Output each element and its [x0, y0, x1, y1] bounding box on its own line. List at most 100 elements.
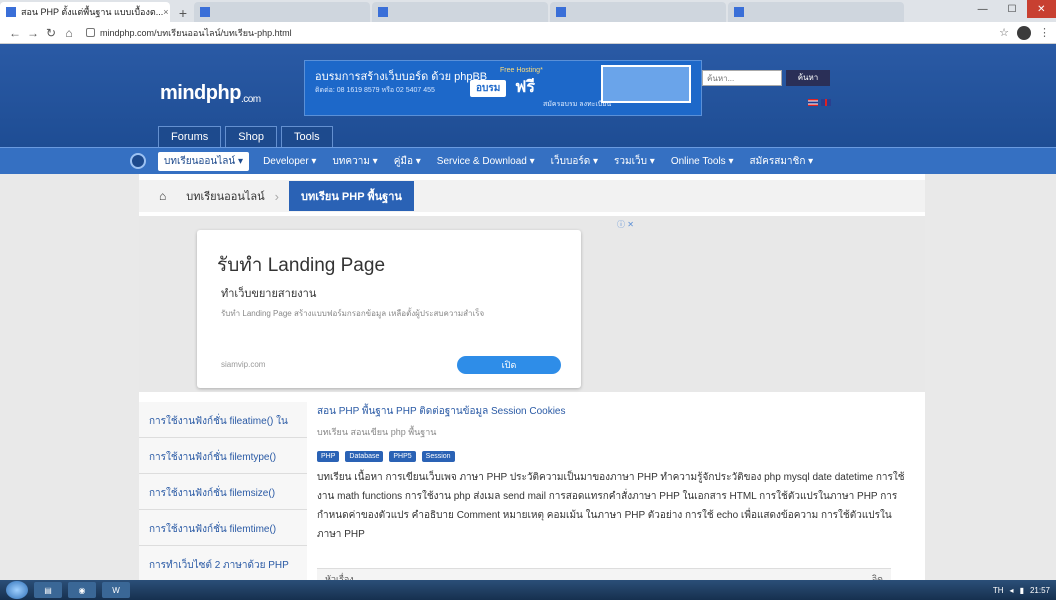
nav-service-download[interactable]: Service & Download ▾ — [437, 156, 535, 167]
favicon-icon — [378, 7, 388, 17]
page-content: ⌂ บทเรียนออนไลน์ › บทเรียน PHP พื้นฐาน ⓘ… — [139, 174, 925, 584]
browser-tab[interactable] — [550, 2, 726, 22]
sidebar-item[interactable]: การใช้งานฟังก์ชั่น filemtype() — [139, 438, 307, 474]
top-tabs: Forums Shop Tools — [158, 126, 333, 147]
folder-icon[interactable]: ▤ — [34, 582, 62, 598]
clock[interactable]: 21:57 — [1030, 586, 1050, 595]
browser-tab[interactable] — [194, 2, 370, 22]
browser-tab-active[interactable]: สอน PHP ตั้งแต่พื้นฐาน แบบเบื้องต... × — [0, 2, 170, 22]
profile-avatar[interactable] — [1017, 25, 1031, 40]
reload-icon[interactable]: ↻ — [42, 26, 60, 40]
banner-apply-label: อบรม — [470, 80, 507, 97]
start-button-icon[interactable] — [6, 581, 28, 599]
breadcrumb-lessons[interactable]: บทเรียนออนไลน์ — [186, 187, 264, 205]
ad-area: ⓘ ✕ รับทำ Landing Page ทำเว็บขยายสายงาน … — [139, 216, 925, 392]
breadcrumb: ⌂ บทเรียนออนไลน์ › บทเรียน PHP พื้นฐาน — [139, 180, 925, 212]
tab-shop[interactable]: Shop — [225, 126, 277, 147]
article-title[interactable]: สอน PHP พื้นฐาน PHP ติดต่อฐานข้อมูล Sess… — [317, 404, 917, 419]
browser-tab[interactable] — [728, 2, 904, 22]
site-search-button[interactable]: ค้นหา — [786, 70, 830, 86]
logo-main: mindphp — [160, 82, 241, 104]
logo-sub: .com — [240, 94, 261, 105]
tag-database[interactable]: Database — [345, 451, 384, 462]
site-home-icon[interactable] — [130, 153, 146, 169]
ad-title: รับทำ Landing Page — [217, 255, 386, 276]
main-nav: บทเรียนออนไลน์ ▾ Developer ▾ บทความ ▾ คู… — [0, 147, 1056, 174]
menu-icon[interactable]: ⋮ — [1039, 26, 1050, 39]
favicon-icon — [556, 7, 566, 17]
url-text: mindphp.com/บทเรียนออนไลน์/บทเรียน-php.h… — [100, 27, 292, 38]
browser-tab[interactable] — [372, 2, 548, 22]
favicon-icon — [200, 7, 210, 17]
article-body: บทเรียน เนื้อหา การเขียนเว็บเพจ ภาษา PHP… — [317, 472, 905, 540]
tab-title: สอน PHP ตั้งแต่พื้นฐาน แบบเบื้องต... — [21, 7, 164, 17]
nav-webboard[interactable]: เว็บบอร์ด ▾ — [551, 154, 598, 169]
nav-developer[interactable]: Developer ▾ — [263, 156, 316, 167]
nav-register[interactable]: สมัครสมาชิก ▾ — [749, 154, 813, 169]
maximize-icon[interactable]: ☐ — [997, 0, 1026, 18]
chevron-right-icon: › — [274, 188, 279, 204]
favicon-icon — [734, 7, 744, 17]
system-tray: TH ◂ ▮ 21:57 — [993, 586, 1056, 595]
header-banner-ad[interactable]: อบรมการสร้างเว็บบอร์ด ด้วย phpBB Free Ho… — [304, 60, 702, 116]
laptop-illustration-icon — [601, 65, 691, 103]
ad-domain: siamvip.com — [221, 360, 266, 369]
banner-free-label: ฟรี — [515, 79, 535, 96]
thai-flag-icon[interactable] — [808, 99, 818, 106]
tab-forums[interactable]: Forums — [158, 126, 222, 147]
tag-php[interactable]: PHP — [317, 451, 340, 462]
url-field[interactable]: mindphp.com/บทเรียนออนไลน์/บทเรียน-php.h… — [86, 26, 292, 40]
banner-headline: อบรมการสร้างเว็บบอร์ด ด้วย phpBB — [315, 71, 488, 83]
back-icon[interactable]: ← — [6, 26, 24, 40]
toc-right: อิด — [871, 574, 883, 584]
article-tags: PHP Database PHP5 Session — [317, 451, 917, 462]
address-bar: ← → ↻ ⌂ mindphp.com/บทเรียนออนไลน์/บทเรี… — [0, 22, 1056, 44]
language-switcher — [808, 98, 831, 109]
tab-tools[interactable]: Tools — [280, 126, 333, 147]
sidebar-item[interactable]: การใช้งานฟังก์ชั่น filemsize() — [139, 474, 307, 510]
nav-lessons[interactable]: บทเรียนออนไลน์ ▾ — [158, 151, 250, 171]
close-tab-icon[interactable]: × — [163, 7, 168, 17]
nav-manual[interactable]: คู่มือ ▾ — [394, 154, 421, 169]
nav-web-links[interactable]: รวมเว็บ ▾ — [614, 154, 655, 169]
nav-online-tools[interactable]: Online Tools ▾ — [671, 156, 734, 167]
site-header: mindphp.com อบรมการสร้างเว็บบอร์ด ด้วย p… — [0, 44, 1056, 147]
tag-session[interactable]: Session — [421, 451, 455, 462]
home-icon[interactable]: ⌂ — [159, 189, 166, 203]
toc-left: หัวเรื่อง — [325, 574, 354, 584]
minimize-icon[interactable]: — — [968, 0, 997, 18]
sidebar-item[interactable]: การใช้งานฟังก์ชั่น filemtime() — [139, 510, 307, 546]
ad-open-button[interactable]: เปิด — [457, 356, 561, 374]
volume-icon[interactable]: ◂ — [1010, 586, 1014, 595]
taskbar: ▤ ◉ W TH ◂ ▮ 21:57 — [0, 580, 1056, 600]
ad-description: รับทำ Landing Page สร้างแบบฟอร์มกรอกข้อม… — [221, 309, 485, 318]
ad-choices-icon[interactable]: ⓘ ✕ — [617, 219, 634, 230]
word-icon[interactable]: W — [102, 582, 130, 598]
banner-free-hosting: Free Hosting* — [500, 67, 543, 74]
site-logo[interactable]: mindphp.com — [160, 82, 261, 105]
browser-tab-strip: สอน PHP ตั้งแต่พื้นฐาน แบบเบื้องต... × +… — [0, 0, 1056, 22]
breadcrumb-current: บทเรียน PHP พื้นฐาน — [289, 181, 414, 211]
ad-card[interactable]: รับทำ Landing Page ทำเว็บขยายสายงาน รับท… — [197, 230, 581, 388]
sidebar-item[interactable]: การใช้งานฟังก์ชั่น fileatime() ใน — [139, 402, 307, 438]
sidebar: การใช้งานฟังก์ชั่น fileatime() ใน การใช้… — [139, 402, 307, 582]
article: สอน PHP พื้นฐาน PHP ติดต่อฐานข้อมูล Sess… — [317, 404, 917, 544]
bookmark-star-icon[interactable]: ☆ — [999, 26, 1009, 39]
uk-flag-icon[interactable] — [821, 99, 831, 106]
network-icon[interactable]: ▮ — [1020, 586, 1024, 595]
window-controls: — ☐ ✕ — [968, 0, 1056, 18]
site-search-input[interactable] — [702, 70, 782, 86]
banner-phone: ติดต่อ: 08 1619 8579 หรือ 02 5407 455 — [315, 87, 435, 94]
home-browser-icon[interactable]: ⌂ — [60, 26, 78, 40]
article-crumb: บทเรียน สอนเขียน php พื้นฐาน — [317, 427, 437, 437]
ad-subtitle: ทำเว็บขยายสายงาน — [221, 288, 317, 300]
sidebar-item[interactable]: การทำเว็บไซต์ 2 ภาษาด้วย PHP — [139, 546, 307, 582]
tag-php5[interactable]: PHP5 — [389, 451, 416, 462]
new-tab-button[interactable]: + — [172, 4, 194, 22]
language-indicator[interactable]: TH — [993, 586, 1004, 595]
forward-icon[interactable]: → — [24, 26, 42, 40]
chrome-icon[interactable]: ◉ — [68, 582, 96, 598]
nav-articles[interactable]: บทความ ▾ — [332, 154, 377, 169]
favicon-icon — [6, 7, 16, 17]
window-close-icon[interactable]: ✕ — [1026, 0, 1056, 18]
